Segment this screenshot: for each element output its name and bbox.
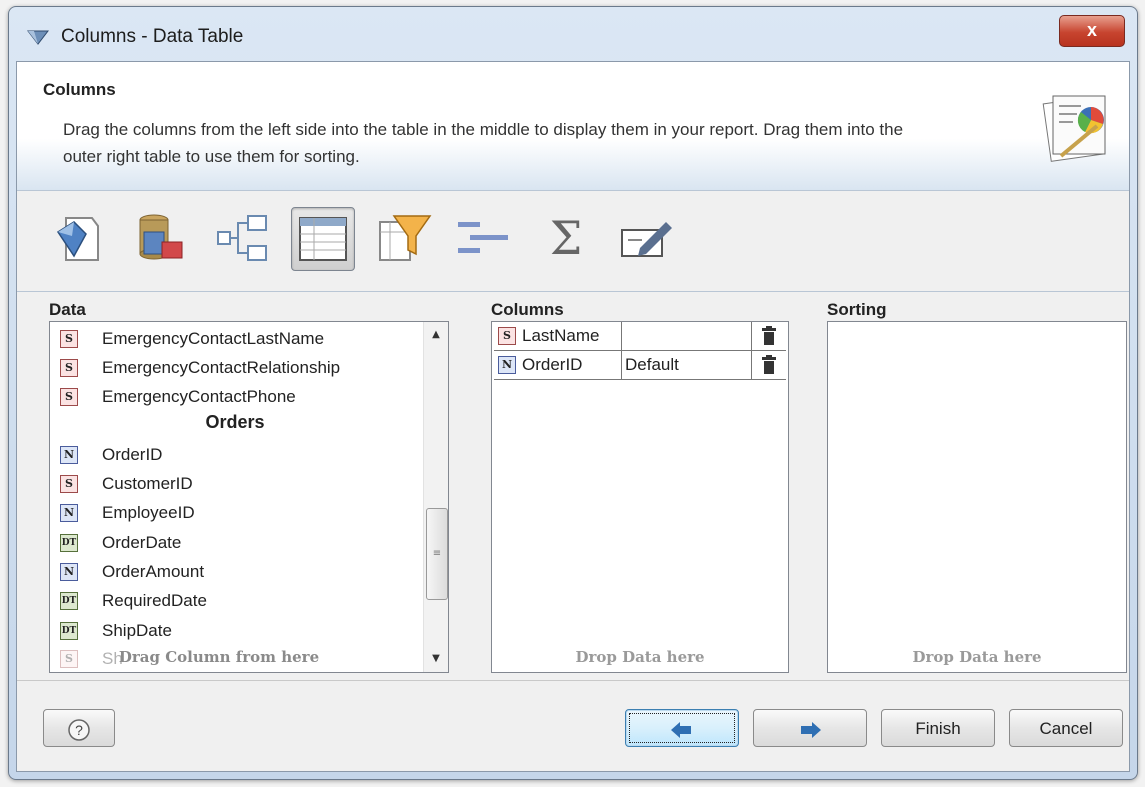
list-item[interactable]: S EmergencyContactLastName [60, 324, 324, 353]
toolbar-button-properties[interactable] [615, 207, 677, 269]
finish-button[interactable]: Finish [881, 709, 995, 747]
string-type-icon: S [498, 327, 516, 345]
drag-hint: Drag Column from here [118, 648, 320, 666]
list-item[interactable]: S EmergencyContactPhone [60, 382, 296, 411]
string-type-icon: S [60, 387, 78, 406]
column-name: OrderID [522, 355, 583, 374]
gem-icon [27, 30, 49, 45]
page-description: Drag the columns from the left side into… [63, 120, 904, 166]
sorting-panel-label: Sorting [827, 300, 887, 319]
toolbar-button-grouping[interactable] [453, 207, 515, 269]
number-type-icon: N [60, 562, 78, 581]
scroll-up-arrow-icon[interactable]: ▲ [424, 324, 448, 346]
arrow-right-icon [801, 721, 821, 738]
number-type-icon: N [60, 445, 78, 464]
list-item[interactable]: DT OrderDate [60, 528, 181, 557]
drop-hint: Drop Data here [912, 648, 1042, 666]
field-name: OrderID [102, 444, 163, 464]
close-button[interactable]: x [1059, 15, 1125, 47]
trash-icon [762, 326, 776, 345]
column-name-cell: S LastName [494, 322, 622, 350]
filter-icon [379, 215, 432, 261]
sum-icon: Σ [549, 211, 583, 265]
trash-icon [762, 355, 776, 374]
list-item[interactable]: DT RequiredDate [60, 586, 207, 615]
dialog-window: Columns - Data Table x Columns Drag the … [8, 6, 1138, 780]
data-list[interactable]: S EmergencyContactLastName S EmergencyCo… [49, 321, 449, 673]
field-name: ShipDate [102, 620, 172, 640]
title-bar[interactable]: Columns - Data Table x [9, 7, 1137, 63]
edit-icon [621, 222, 672, 257]
list-item[interactable]: S CustomerID [60, 469, 193, 498]
wizard-header: Columns Drag the columns from the left s… [17, 62, 1129, 191]
group-icon [458, 222, 508, 253]
list-item[interactable]: N OrderAmount [60, 557, 204, 586]
field-name: EmployeeID [102, 502, 195, 522]
field-name: EmergencyContactLastName [102, 328, 325, 348]
toolbar-button-filter[interactable] [373, 207, 435, 269]
window-title: Columns - Data Table [61, 26, 244, 47]
wizard-toolbar: Σ [17, 191, 1129, 292]
string-type-icon: S [60, 474, 78, 493]
back-button[interactable] [625, 709, 739, 747]
columns-panel-label: Columns [491, 300, 564, 319]
field-name: OrderAmount [102, 561, 205, 581]
table-icon [299, 217, 347, 261]
string-type-icon: S [60, 329, 78, 348]
list-item[interactable]: N EmployeeID [60, 498, 195, 527]
focus-ring [629, 713, 735, 743]
number-type-icon: N [498, 356, 516, 374]
datetime-type-icon: DT [60, 621, 78, 640]
toolbar-button-gem[interactable] [47, 207, 109, 269]
table-row[interactable]: N OrderID Default [494, 351, 786, 380]
dialog-content: Columns Drag the columns from the left s… [16, 61, 1130, 772]
report-chart-icon [1042, 95, 1106, 162]
column-sort-cell[interactable] [622, 322, 752, 350]
list-item[interactable]: S EmergencyContactRelationship [60, 353, 340, 382]
help-button[interactable]: ? [43, 709, 115, 747]
columns-table[interactable]: S LastName N OrderID Default Drop Data h… [491, 321, 789, 673]
help-icon: ? [68, 718, 90, 741]
scroll-thumb[interactable]: ≡ [426, 508, 448, 600]
table-row[interactable]: S LastName [494, 322, 786, 351]
toolbar-button-summary[interactable]: Σ [535, 207, 597, 269]
group-header: Orders [205, 412, 265, 432]
data-list-scrollbar[interactable]: ▲ ≡ ▼ [423, 322, 448, 672]
field-name: EmergencyContactRelationship [102, 357, 341, 377]
field-name: CustomerID [102, 473, 193, 493]
list-item[interactable]: DT ShipDate [60, 616, 172, 645]
toolbar-button-relations[interactable] [211, 207, 273, 269]
column-name-cell: N OrderID [494, 351, 622, 379]
next-button[interactable] [753, 709, 867, 747]
dialog-footer: ? Finish Cancel [17, 680, 1129, 771]
scroll-down-arrow-icon[interactable]: ▼ [424, 648, 448, 670]
drop-hint: Drop Data here [575, 648, 705, 666]
gem-icon [56, 217, 99, 261]
column-sort-cell[interactable]: Default [622, 351, 752, 379]
data-panel-label: Data [49, 300, 86, 319]
tree-icon [217, 215, 267, 261]
toolbar-button-columns[interactable] [291, 207, 355, 271]
page-title: Columns [43, 80, 116, 99]
field-name: RequiredDate [102, 590, 207, 610]
delete-column-button[interactable] [752, 322, 786, 350]
help-glyph: ? [75, 722, 83, 738]
list-item[interactable]: N OrderID [60, 440, 162, 469]
sorting-table[interactable]: Drop Data here [827, 321, 1127, 673]
toolbar-button-datasource[interactable] [129, 207, 191, 269]
datetime-type-icon: DT [60, 591, 78, 610]
delete-column-button[interactable] [752, 351, 786, 379]
number-type-icon: N [60, 503, 78, 522]
field-name: EmergencyContactPhone [102, 386, 296, 406]
column-name: LastName [522, 326, 600, 345]
datetime-type-icon: DT [60, 533, 78, 552]
string-type-icon: S [60, 358, 78, 377]
database-icon [139, 214, 183, 260]
field-name: OrderDate [102, 532, 182, 552]
cancel-button[interactable]: Cancel [1009, 709, 1123, 747]
